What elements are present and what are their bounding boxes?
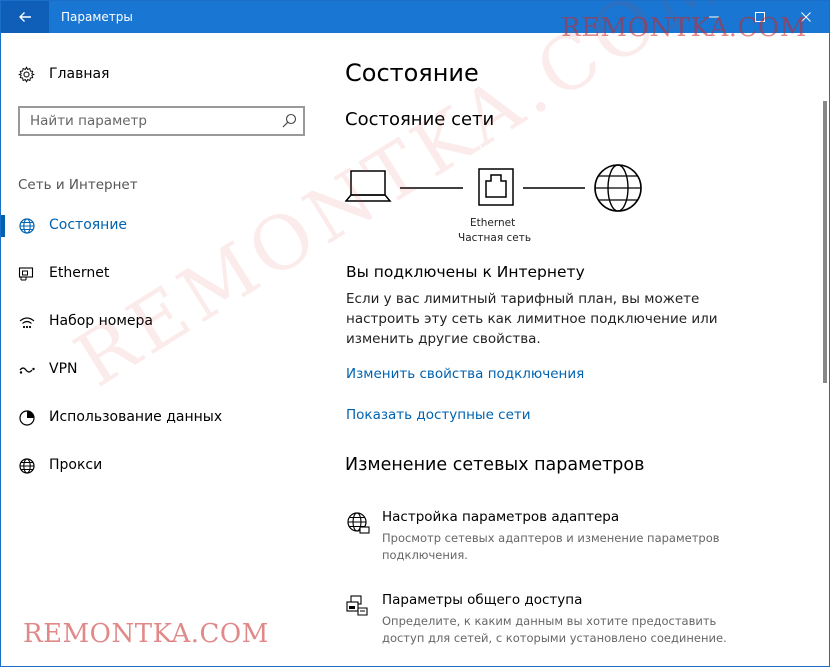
network-type-label: Частная сеть bbox=[458, 232, 532, 244]
main-content: Состояние Состояние сети Ethernet Частна… bbox=[321, 33, 829, 666]
page-title: Состояние bbox=[345, 59, 479, 87]
sharing-icon bbox=[346, 595, 368, 616]
setting-title: Параметры общего доступа bbox=[382, 592, 583, 608]
network-diagram: Ethernet Частная сеть bbox=[345, 161, 655, 251]
sidebar-item-dialup[interactable]: Набор номера bbox=[1, 302, 321, 342]
dialup-icon bbox=[19, 317, 35, 329]
laptop-icon bbox=[345, 170, 392, 202]
watermark-bottom: REMONTKA.COM bbox=[23, 619, 269, 649]
watermark-top: REMONTKA.COM bbox=[561, 13, 807, 43]
sidebar-item-label: Состояние bbox=[49, 217, 128, 233]
settings-window: Параметры Главная Найти параметр Сеть и … bbox=[0, 0, 830, 667]
ethernet-port-icon bbox=[478, 168, 514, 206]
adapter-globe-icon bbox=[347, 512, 370, 534]
setting-description: Просмотр сетевых адаптеров и изменение п… bbox=[382, 531, 720, 562]
change-connection-properties-link[interactable]: Изменить свойства подключения bbox=[346, 366, 584, 382]
sidebar-item-label: Ethernet bbox=[49, 265, 110, 281]
network-diagram-graphic bbox=[345, 164, 642, 212]
sidebar-item-data-usage[interactable]: Использование данных bbox=[1, 398, 321, 438]
setting-title: Настройка параметров адаптера bbox=[382, 509, 620, 525]
sidebar-item-ethernet[interactable]: Ethernet bbox=[1, 254, 321, 294]
ethernet-icon bbox=[18, 267, 34, 281]
sidebar-item-proxy[interactable]: Прокси bbox=[1, 446, 321, 486]
data-usage-icon bbox=[19, 410, 35, 426]
arrow-left-icon bbox=[19, 12, 31, 22]
globe-icon bbox=[19, 458, 35, 474]
back-button[interactable] bbox=[1, 1, 49, 33]
adapter-settings-item[interactable]: Настройка параметров адаптера Просмотр с… bbox=[345, 509, 765, 569]
home-link[interactable]: Главная bbox=[18, 63, 109, 85]
search-box[interactable] bbox=[18, 106, 305, 136]
sidebar-item-status[interactable]: Состояние bbox=[1, 206, 321, 246]
connected-heading: Вы подключены к Интернету bbox=[346, 263, 585, 281]
scrollbar[interactable] bbox=[823, 101, 827, 383]
connected-description: Если у вас лимитный тарифный план, вы мо… bbox=[346, 291, 718, 347]
search-input[interactable] bbox=[30, 108, 275, 134]
adapter-label: Ethernet bbox=[470, 217, 516, 229]
internet-globe-icon bbox=[594, 164, 642, 212]
active-indicator bbox=[1, 215, 5, 237]
sidebar-item-label: VPN bbox=[49, 361, 78, 377]
show-available-networks-link[interactable]: Показать доступные сети bbox=[346, 407, 531, 423]
home-label: Главная bbox=[49, 66, 110, 82]
search-icon[interactable] bbox=[280, 112, 298, 130]
change-network-settings-heading: Изменение сетевых параметров bbox=[345, 455, 645, 475]
sharing-settings-item[interactable]: Параметры общего доступа Определите, к к… bbox=[345, 592, 765, 652]
window-title: Параметры bbox=[61, 10, 133, 24]
globe-icon bbox=[19, 218, 35, 234]
sidebar-item-label: Прокси bbox=[49, 457, 103, 473]
setting-description: Определите, к каким данным вы хотите пре… bbox=[382, 614, 727, 645]
vpn-icon bbox=[19, 367, 35, 374]
sidebar-item-label: Набор номера bbox=[49, 313, 154, 329]
gear-icon bbox=[18, 65, 35, 83]
sidebar-item-vpn[interactable]: VPN bbox=[1, 350, 321, 390]
sidebar: Главная Сеть и Интернет Состояние bbox=[1, 33, 321, 666]
network-status-heading: Состояние сети bbox=[345, 109, 495, 130]
section-label: Сеть и Интернет bbox=[18, 177, 138, 193]
sidebar-item-label: Использование данных bbox=[49, 409, 223, 425]
